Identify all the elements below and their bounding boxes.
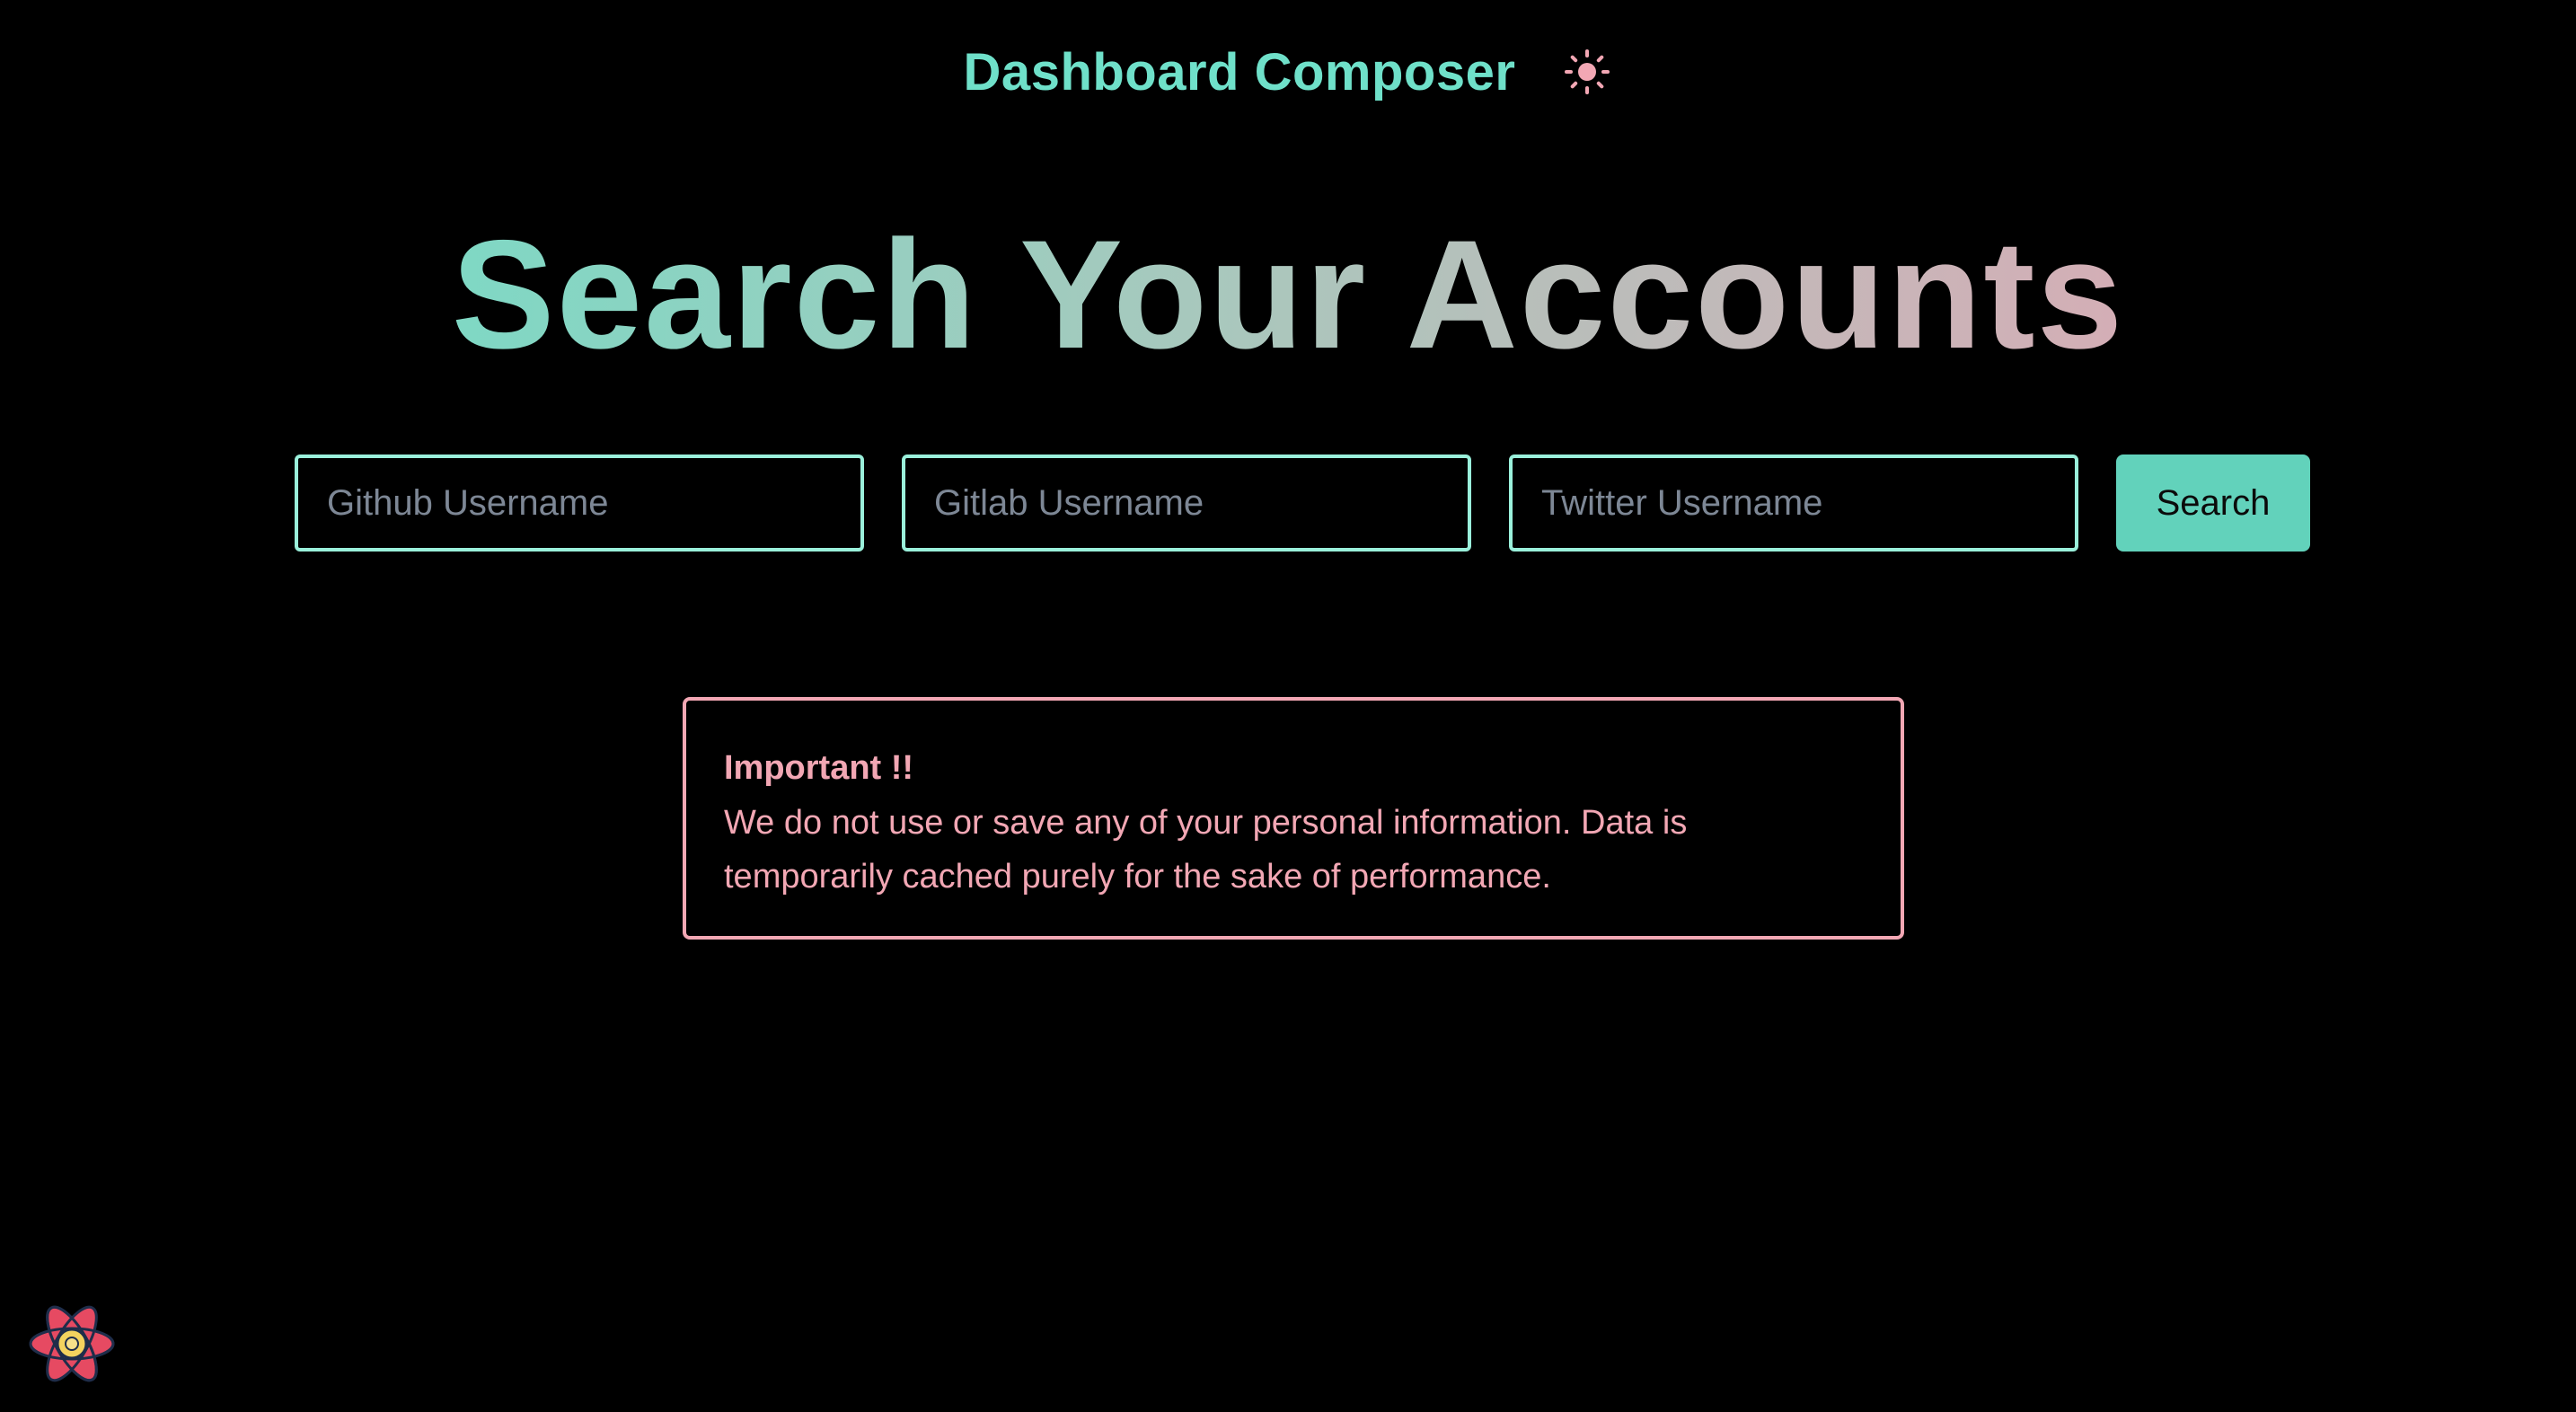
page-title: Search Your Accounts [452,205,2124,384]
atom-logo-svg [29,1305,115,1382]
theme-toggle-button[interactable] [1562,47,1612,97]
header: Dashboard Composer [0,40,2576,104]
search-button[interactable]: Search [2116,454,2310,552]
brand-title[interactable]: Dashboard Composer [964,42,1516,102]
notice-body: We do not use or save any of your person… [724,804,1688,896]
sun-icon [1565,49,1610,94]
page: Dashboard Composer Search Your Accounts [0,0,2576,1412]
twitter-username-input[interactable] [1509,454,2078,552]
notice-title: Important !! [724,749,914,787]
atom-logo-icon[interactable] [25,1297,119,1390]
github-username-input[interactable] [295,454,864,552]
search-form: Search [295,454,2310,552]
privacy-notice: Important !! We do not use or save any o… [683,697,1904,940]
gitlab-username-input[interactable] [902,454,1471,552]
hero: Search Your Accounts [0,205,2576,384]
